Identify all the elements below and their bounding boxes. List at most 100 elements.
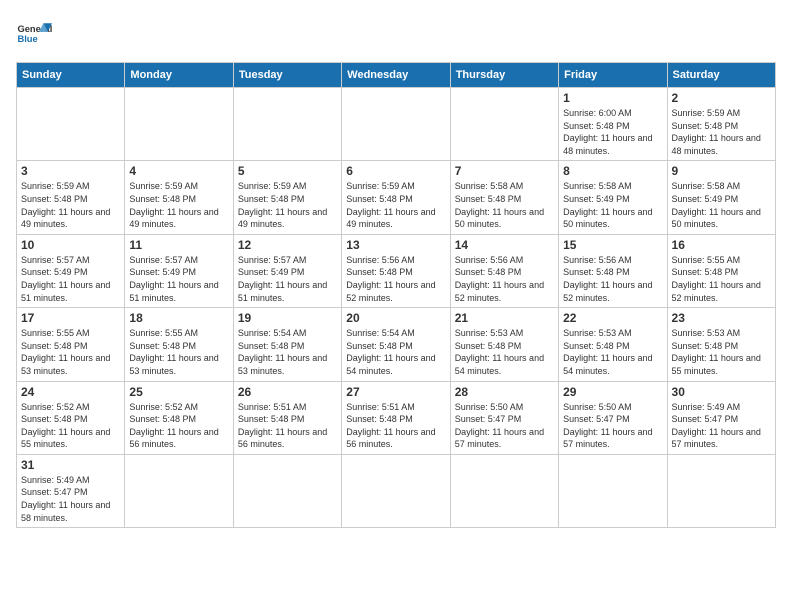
calendar-week-row: 31 Sunrise: 5:49 AM Sunset: 5:47 PM Dayli… xyxy=(17,454,776,527)
calendar-cell: 21Sunrise: 5:53 AM Sunset: 5:48 PM Dayli… xyxy=(450,308,558,381)
day-info: Sunrise: 5:59 AM Sunset: 5:48 PM Dayligh… xyxy=(346,180,445,230)
calendar-cell: 24 Sunrise: 5:52 AM Sunset: 5:48 PM Dayli… xyxy=(17,381,125,454)
calendar-cell xyxy=(233,88,341,161)
day-number: 21 xyxy=(455,311,554,325)
calendar-cell xyxy=(450,454,558,527)
logo: General Blue xyxy=(16,16,52,52)
page-header: General Blue xyxy=(16,16,776,52)
calendar-cell: 5 Sunrise: 5:59 AM Sunset: 5:48 PM Daylig… xyxy=(233,161,341,234)
calendar-cell: 26Sunrise: 5:51 AM Sunset: 5:48 PM Dayli… xyxy=(233,381,341,454)
calendar-cell: 1Sunrise: 6:00 AM Sunset: 5:48 PM Daylig… xyxy=(559,88,667,161)
col-header-saturday: Saturday xyxy=(667,63,775,88)
day-info: Sunrise: 5:50 AM Sunset: 5:47 PM Dayligh… xyxy=(563,401,662,451)
day-info: Sunrise: 5:59 AM Sunset: 5:48 PM Dayligh… xyxy=(21,180,120,230)
calendar-cell xyxy=(342,454,450,527)
calendar-cell: 20Sunrise: 5:54 AM Sunset: 5:48 PM Dayli… xyxy=(342,308,450,381)
day-info: Sunrise: 5:58 AM Sunset: 5:49 PM Dayligh… xyxy=(672,180,771,230)
calendar-cell xyxy=(450,88,558,161)
calendar-cell xyxy=(559,454,667,527)
day-number: 15 xyxy=(563,238,662,252)
day-info: Sunrise: 5:56 AM Sunset: 5:48 PM Dayligh… xyxy=(563,254,662,304)
day-info: Sunrise: 5:58 AM Sunset: 5:48 PM Dayligh… xyxy=(455,180,554,230)
calendar-cell: 29 Sunrise: 5:50 AM Sunset: 5:47 PM Dayli… xyxy=(559,381,667,454)
calendar-cell: 23 Sunrise: 5:53 AM Sunset: 5:48 PM Dayli… xyxy=(667,308,775,381)
day-info: Sunrise: 6:00 AM Sunset: 5:48 PM Dayligh… xyxy=(563,107,662,157)
day-number: 16 xyxy=(672,238,771,252)
calendar-cell: 12 Sunrise: 5:57 AM Sunset: 5:49 PM Dayli… xyxy=(233,234,341,307)
day-info: Sunrise: 5:59 AM Sunset: 5:48 PM Dayligh… xyxy=(129,180,228,230)
calendar-week-row: 17Sunrise: 5:55 AM Sunset: 5:48 PM Dayli… xyxy=(17,308,776,381)
day-number: 18 xyxy=(129,311,228,325)
day-number: 12 xyxy=(238,238,337,252)
calendar-week-row: 1Sunrise: 6:00 AM Sunset: 5:48 PM Daylig… xyxy=(17,88,776,161)
day-number: 23 xyxy=(672,311,771,325)
calendar-cell: 11 Sunrise: 5:57 AM Sunset: 5:49 PM Dayli… xyxy=(125,234,233,307)
day-number: 5 xyxy=(238,164,337,178)
day-number: 14 xyxy=(455,238,554,252)
calendar-cell: 3 Sunrise: 5:59 AM Sunset: 5:48 PM Daylig… xyxy=(17,161,125,234)
day-number: 29 xyxy=(563,385,662,399)
calendar-cell xyxy=(342,88,450,161)
col-header-thursday: Thursday xyxy=(450,63,558,88)
day-info: Sunrise: 5:52 AM Sunset: 5:48 PM Dayligh… xyxy=(21,401,120,451)
day-number: 30 xyxy=(672,385,771,399)
col-header-tuesday: Tuesday xyxy=(233,63,341,88)
day-info: Sunrise: 5:57 AM Sunset: 5:49 PM Dayligh… xyxy=(129,254,228,304)
day-number: 13 xyxy=(346,238,445,252)
calendar-cell: 15 Sunrise: 5:56 AM Sunset: 5:48 PM Dayli… xyxy=(559,234,667,307)
calendar-cell: 19 Sunrise: 5:54 AM Sunset: 5:48 PM Dayli… xyxy=(233,308,341,381)
day-info: Sunrise: 5:56 AM Sunset: 5:48 PM Dayligh… xyxy=(455,254,554,304)
calendar-cell: 6 Sunrise: 5:59 AM Sunset: 5:48 PM Daylig… xyxy=(342,161,450,234)
day-info: Sunrise: 5:59 AM Sunset: 5:48 PM Dayligh… xyxy=(238,180,337,230)
calendar-table: SundayMondayTuesdayWednesdayThursdayFrid… xyxy=(16,62,776,528)
day-number: 9 xyxy=(672,164,771,178)
svg-text:Blue: Blue xyxy=(17,34,37,44)
calendar-cell: 17Sunrise: 5:55 AM Sunset: 5:48 PM Dayli… xyxy=(17,308,125,381)
day-number: 11 xyxy=(129,238,228,252)
col-header-monday: Monday xyxy=(125,63,233,88)
calendar-cell: 18 Sunrise: 5:55 AM Sunset: 5:48 PM Dayli… xyxy=(125,308,233,381)
calendar-cell xyxy=(125,454,233,527)
col-header-friday: Friday xyxy=(559,63,667,88)
col-header-wednesday: Wednesday xyxy=(342,63,450,88)
day-info: Sunrise: 5:55 AM Sunset: 5:48 PM Dayligh… xyxy=(672,254,771,304)
calendar-cell: 28Sunrise: 5:50 AM Sunset: 5:47 PM Dayli… xyxy=(450,381,558,454)
day-info: Sunrise: 5:57 AM Sunset: 5:49 PM Dayligh… xyxy=(21,254,120,304)
day-info: Sunrise: 5:54 AM Sunset: 5:48 PM Dayligh… xyxy=(238,327,337,377)
calendar-cell: 13 Sunrise: 5:56 AM Sunset: 5:48 PM Dayli… xyxy=(342,234,450,307)
day-info: Sunrise: 5:52 AM Sunset: 5:48 PM Dayligh… xyxy=(129,401,228,451)
day-number: 8 xyxy=(563,164,662,178)
day-info: Sunrise: 5:58 AM Sunset: 5:49 PM Dayligh… xyxy=(563,180,662,230)
day-info: Sunrise: 5:50 AM Sunset: 5:47 PM Dayligh… xyxy=(455,401,554,451)
day-info: Sunrise: 5:53 AM Sunset: 5:48 PM Dayligh… xyxy=(563,327,662,377)
calendar-cell: 10Sunrise: 5:57 AM Sunset: 5:49 PM Dayli… xyxy=(17,234,125,307)
day-number: 6 xyxy=(346,164,445,178)
calendar-cell: 14 Sunrise: 5:56 AM Sunset: 5:48 PM Dayli… xyxy=(450,234,558,307)
calendar-cell: 30Sunrise: 5:49 AM Sunset: 5:47 PM Dayli… xyxy=(667,381,775,454)
day-number: 19 xyxy=(238,311,337,325)
calendar-cell: 9 Sunrise: 5:58 AM Sunset: 5:49 PM Daylig… xyxy=(667,161,775,234)
day-number: 24 xyxy=(21,385,120,399)
day-info: Sunrise: 5:57 AM Sunset: 5:49 PM Dayligh… xyxy=(238,254,337,304)
calendar-cell xyxy=(17,88,125,161)
day-number: 20 xyxy=(346,311,445,325)
calendar-header-row: SundayMondayTuesdayWednesdayThursdayFrid… xyxy=(17,63,776,88)
day-number: 25 xyxy=(129,385,228,399)
calendar-cell: 25 Sunrise: 5:52 AM Sunset: 5:48 PM Dayli… xyxy=(125,381,233,454)
day-number: 3 xyxy=(21,164,120,178)
calendar-cell: 16 Sunrise: 5:55 AM Sunset: 5:48 PM Dayli… xyxy=(667,234,775,307)
calendar-week-row: 24 Sunrise: 5:52 AM Sunset: 5:48 PM Dayli… xyxy=(17,381,776,454)
calendar-cell: 22Sunrise: 5:53 AM Sunset: 5:48 PM Dayli… xyxy=(559,308,667,381)
day-info: Sunrise: 5:53 AM Sunset: 5:48 PM Dayligh… xyxy=(672,327,771,377)
day-number: 31 xyxy=(21,458,120,472)
day-info: Sunrise: 5:55 AM Sunset: 5:48 PM Dayligh… xyxy=(21,327,120,377)
day-info: Sunrise: 5:51 AM Sunset: 5:48 PM Dayligh… xyxy=(346,401,445,451)
calendar-cell xyxy=(125,88,233,161)
day-number: 2 xyxy=(672,91,771,105)
calendar-week-row: 10Sunrise: 5:57 AM Sunset: 5:49 PM Dayli… xyxy=(17,234,776,307)
calendar-cell: 7Sunrise: 5:58 AM Sunset: 5:48 PM Daylig… xyxy=(450,161,558,234)
day-info: Sunrise: 5:49 AM Sunset: 5:47 PM Dayligh… xyxy=(21,474,120,524)
day-info: Sunrise: 5:55 AM Sunset: 5:48 PM Dayligh… xyxy=(129,327,228,377)
day-info: Sunrise: 5:56 AM Sunset: 5:48 PM Dayligh… xyxy=(346,254,445,304)
calendar-cell: 2Sunrise: 5:59 AM Sunset: 5:48 PM Daylig… xyxy=(667,88,775,161)
